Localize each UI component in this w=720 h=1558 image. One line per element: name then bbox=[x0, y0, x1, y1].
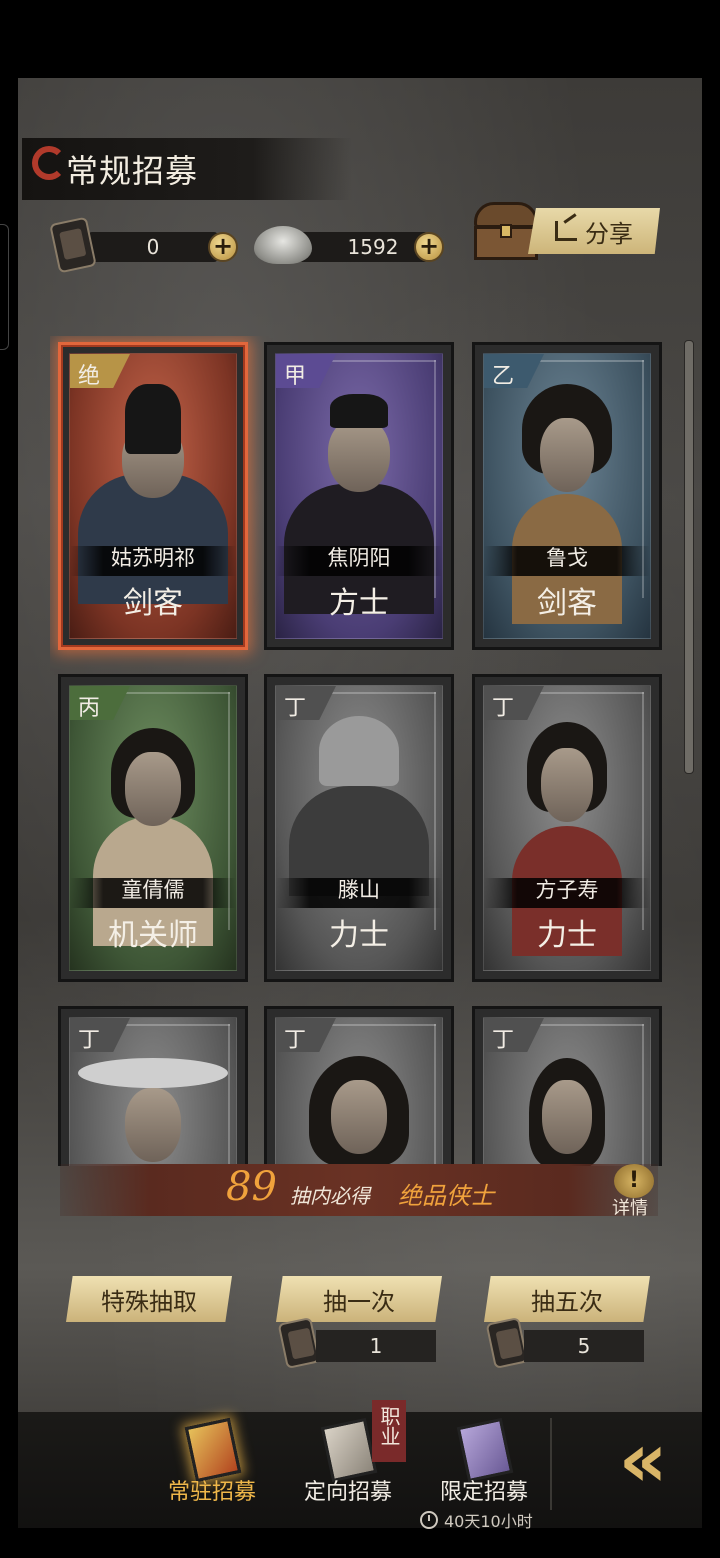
rank-label: 丙 bbox=[78, 696, 101, 721]
hero-card[interactable]: 丁 bbox=[472, 1006, 662, 1166]
draw-five-cost: 5 bbox=[524, 1330, 644, 1362]
share-icon bbox=[555, 221, 577, 241]
hero-class: 剑客 bbox=[537, 586, 597, 621]
draw-once-cost: 1 bbox=[316, 1330, 436, 1362]
draw-five-cost-value: 5 bbox=[577, 1334, 591, 1358]
hero-name: 童倩儒 bbox=[121, 878, 185, 902]
clock-icon bbox=[420, 1511, 438, 1529]
side-handle[interactable] bbox=[0, 224, 9, 350]
draw-five-label: 抽五次 bbox=[531, 1287, 603, 1316]
special-draw-label: 特殊抽取 bbox=[101, 1287, 197, 1316]
tab-limited-recruit[interactable]: 限定招募 bbox=[424, 1414, 544, 1510]
hero-class: 方士 bbox=[329, 586, 389, 621]
rank-label: 丁 bbox=[492, 1028, 515, 1053]
hero-card[interactable]: 乙 鲁戈 剑客 bbox=[472, 342, 662, 650]
limited-timer-text: 40天10小时 bbox=[444, 1512, 533, 1531]
page-title: 常规招募 bbox=[66, 152, 199, 190]
hero-name: 滕山 bbox=[338, 878, 380, 902]
draw-once-button[interactable]: 抽一次 bbox=[276, 1276, 442, 1322]
draw-once-cost-value: 1 bbox=[369, 1334, 383, 1358]
hero-card[interactable]: 丁 方子寿 力士 bbox=[472, 674, 662, 982]
silver-amount: 1592 bbox=[347, 235, 399, 259]
share-button[interactable]: 分享 bbox=[528, 208, 660, 254]
token-counter: 0 bbox=[88, 232, 218, 262]
hero-class: 机关师 bbox=[108, 918, 198, 953]
hero-name: 鲁戈 bbox=[546, 546, 588, 570]
profession-tag-label: 职业 bbox=[377, 1406, 401, 1446]
rank-label: 丁 bbox=[284, 1028, 307, 1053]
hero-card[interactable]: 丁 bbox=[58, 1006, 248, 1166]
rank-label: 丁 bbox=[284, 696, 307, 721]
hero-card[interactable]: 绝 姑苏明祁 剑客 bbox=[58, 342, 248, 650]
pity-count: 89 bbox=[226, 1164, 277, 1210]
draw-five-button[interactable]: 抽五次 bbox=[484, 1276, 650, 1322]
hero-class: 力士 bbox=[329, 918, 389, 953]
silver-ingot-icon bbox=[254, 226, 312, 264]
rank-label: 绝 bbox=[78, 364, 101, 389]
hero-card[interactable]: 丙 童倩儒 机关师 bbox=[58, 674, 248, 982]
tab-regular-recruit[interactable]: 常驻招募 bbox=[152, 1414, 272, 1510]
targeted-recruit-icon bbox=[320, 1417, 378, 1483]
info-icon[interactable]: ! bbox=[614, 1164, 654, 1198]
tab-label: 限定招募 bbox=[439, 1480, 528, 1505]
rank-label: 甲 bbox=[284, 364, 307, 389]
regular-recruit-icon bbox=[184, 1417, 242, 1483]
hero-name: 焦阴阳 bbox=[327, 546, 391, 570]
share-label: 分享 bbox=[585, 219, 633, 248]
hero-name: 姑苏明祁 bbox=[111, 546, 195, 570]
hero-class: 力士 bbox=[537, 918, 597, 953]
card-grid-scrollbar[interactable] bbox=[684, 340, 694, 774]
limited-recruit-icon bbox=[456, 1417, 514, 1483]
tab-label: 定向招募 bbox=[303, 1480, 392, 1505]
rank-label: 丁 bbox=[78, 1028, 101, 1053]
detail-button-label[interactable]: 详情 bbox=[612, 1194, 648, 1220]
add-token-button[interactable]: + bbox=[208, 232, 238, 262]
title-hook-icon bbox=[32, 146, 66, 180]
profession-tag: 职业 bbox=[372, 1400, 406, 1462]
tab-label: 常驻招募 bbox=[167, 1480, 256, 1505]
add-silver-button[interactable]: + bbox=[414, 232, 444, 262]
draw-once-label: 抽一次 bbox=[323, 1287, 395, 1316]
collapse-arrows-icon[interactable]: « bbox=[586, 1420, 686, 1500]
special-draw-button[interactable]: 特殊抽取 bbox=[66, 1276, 232, 1322]
hero-card[interactable]: 甲 焦阴阳 方士 bbox=[264, 342, 454, 650]
hero-card[interactable]: 丁 滕山 力士 bbox=[264, 674, 454, 982]
pity-reward-text: 绝品侠士 bbox=[398, 1182, 494, 1210]
pity-text: 抽内必得 bbox=[290, 1184, 370, 1208]
rank-label: 丁 bbox=[492, 696, 515, 721]
hero-name: 方子寿 bbox=[535, 878, 599, 902]
token-amount: 0 bbox=[146, 235, 160, 259]
treasure-chest-icon[interactable] bbox=[474, 202, 538, 260]
hero-card-grid: 绝 姑苏明祁 剑客 甲 焦阴阳 方士 乙 鲁戈 剑客 丙 童倩儒 机关师 丁 滕… bbox=[50, 336, 670, 1166]
limited-timer: 40天10小时 bbox=[420, 1508, 533, 1532]
tab-divider bbox=[550, 1418, 552, 1510]
hero-card[interactable]: 丁 bbox=[264, 1006, 454, 1166]
hero-class: 剑客 bbox=[123, 586, 183, 621]
rank-label: 乙 bbox=[492, 364, 515, 389]
